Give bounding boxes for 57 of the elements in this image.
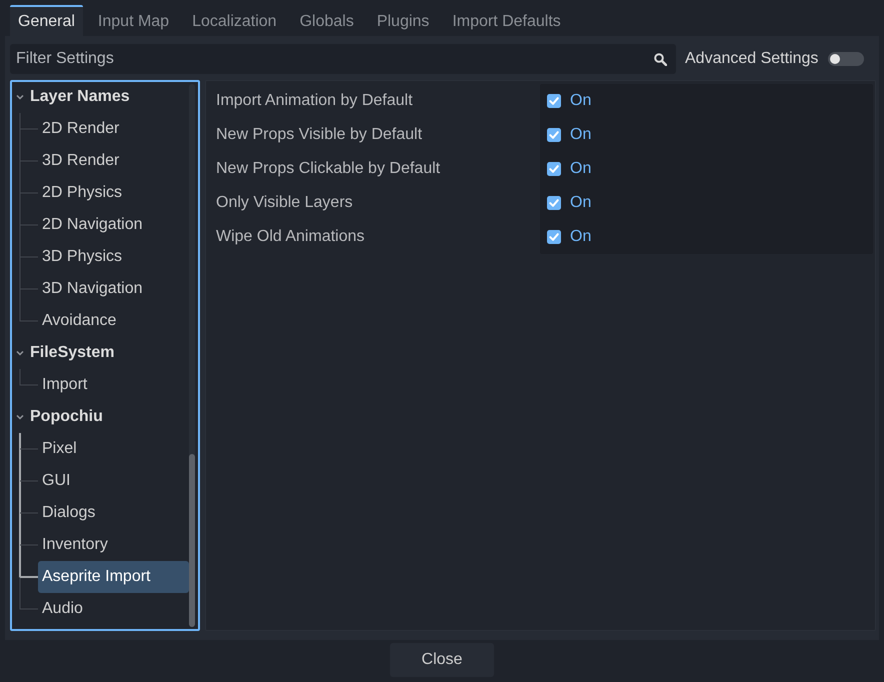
property-label: Import Animation by Default [216,91,414,111]
tab[interactable]: Plugins [368,5,438,36]
checkbox[interactable]: On [547,225,592,249]
checked-box-icon[interactable] [547,196,561,210]
tree-item[interactable]: Import [38,369,92,401]
checkbox[interactable]: On [547,157,592,181]
tab[interactable]: Import Defaults [444,5,569,36]
tree-item[interactable]: Pixel [38,433,81,465]
search-icon [654,53,667,66]
toggle-switch[interactable] [828,52,864,66]
chevron-down-icon[interactable] [16,94,24,100]
tree-item[interactable]: Inventory [38,529,112,561]
tree-item[interactable]: Avoidance [38,305,120,337]
tree-connector-line [19,465,38,497]
tree-item[interactable]: Dialogs [38,497,100,529]
tree-connector-line [19,497,38,529]
checked-box-icon[interactable] [547,94,561,108]
tab[interactable]: Input Map [90,5,178,36]
scrollbar[interactable] [189,84,195,627]
tree-item[interactable]: 2D Physics [38,177,126,209]
tree-connector-line [19,177,38,209]
tree-connector-line [19,241,38,273]
property-label: Wipe Old Animations [216,227,366,247]
close-button[interactable]: Close [390,643,494,677]
tree-item[interactable]: 3D Navigation [38,273,146,305]
checkbox[interactable]: On [547,191,592,215]
tree-item[interactable]: GUI [38,465,74,497]
tree-item[interactable]: 3D Physics [38,241,126,273]
tree-section-item[interactable]: Popochiu [16,401,107,433]
property-label: New Props Clickable by Default [216,159,442,179]
chevron-down-icon[interactable] [16,350,24,356]
tree-item[interactable]: Aseprite Import [38,561,189,593]
tab[interactable]: Globals [292,5,362,36]
tree-connector-line [19,113,38,145]
tree-connector-line [19,529,38,561]
tree-connector-line [19,433,38,465]
property-label: Only Visible Layers [216,193,354,213]
tree-section-item[interactable]: Layer Names [16,82,134,113]
tab[interactable]: General [10,5,83,36]
property-label: New Props Visible by Default [216,125,424,145]
chevron-down-icon[interactable] [16,414,24,420]
filter-field[interactable]: Filter Settings [10,44,676,74]
advanced-settings-label: Advanced Settings [685,49,818,69]
tree-connector-line [19,209,38,241]
tree-item[interactable]: 2D Navigation [38,209,146,241]
tree-item[interactable]: Audio [38,593,87,625]
checkbox[interactable]: On [547,89,592,113]
tab[interactable]: Localization [184,5,285,36]
checked-box-icon[interactable] [547,128,561,142]
tree-item[interactable]: 3D Render [38,145,124,177]
tree-item[interactable]: 2D Render [38,113,124,145]
tree-connector-line [19,145,38,177]
tree-connector-line [19,369,38,386]
tree-section-item[interactable]: FileSystem [16,337,118,369]
checked-box-icon[interactable] [547,230,561,244]
checkbox[interactable]: On [547,123,592,147]
checked-box-icon[interactable] [547,162,561,176]
